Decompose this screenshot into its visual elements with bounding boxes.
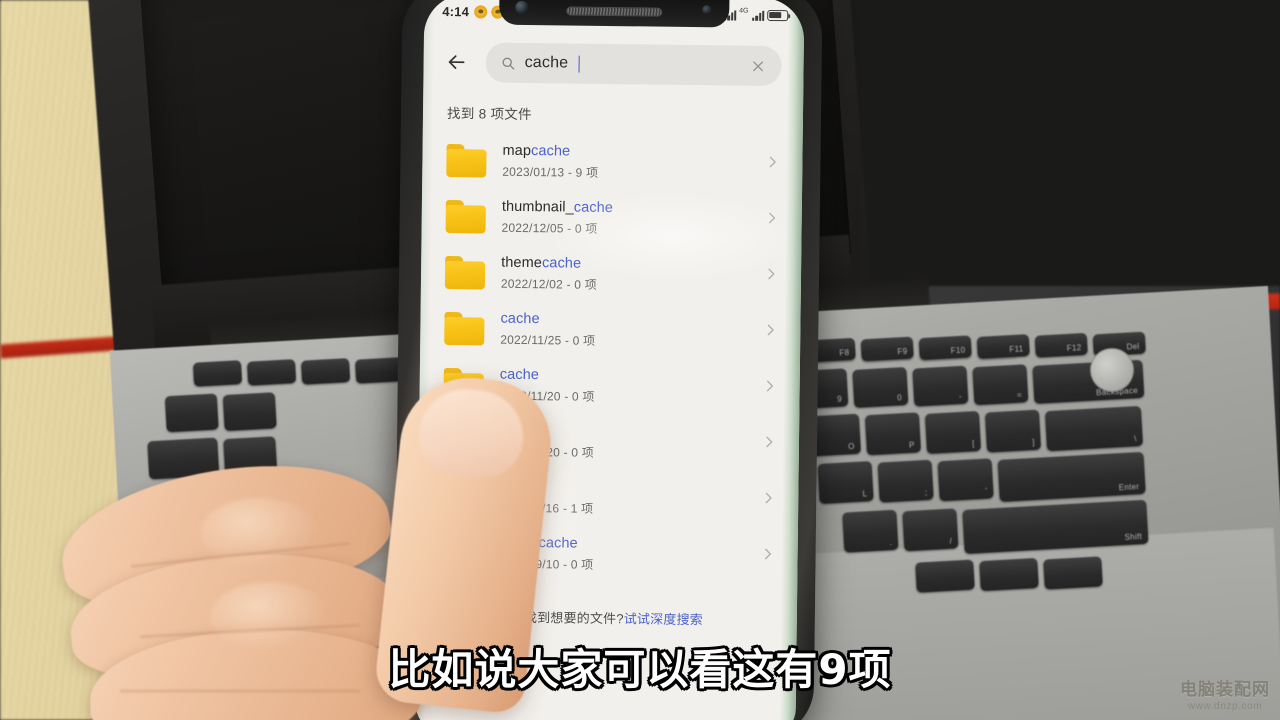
key-label: Shift [1124, 532, 1143, 542]
watermark: 电脑装配网 www.dnzp.com [1180, 675, 1270, 712]
name-match: cache [573, 199, 614, 216]
name-match: cache [500, 310, 540, 328]
list-item-text: thumbnail_cache 2022/12/05 - 0 项 [502, 198, 756, 239]
key-label: . [889, 537, 893, 548]
key-label: Enter [1118, 482, 1140, 493]
list-item-meta: 2022/12/05 - 0 项 [501, 220, 598, 236]
list-item-text: themecache 2022/12/02 - 0 项 [501, 254, 755, 295]
key-label: ' [985, 486, 988, 496]
key-label: / [949, 536, 953, 546]
key-label: L [862, 489, 868, 499]
key-label: Del [1126, 341, 1140, 352]
key-label: O [847, 441, 855, 452]
result-count-label: 找到 8 项文件 [446, 106, 533, 123]
chevron-right-icon [763, 265, 779, 286]
key-label: ; [924, 487, 928, 498]
search-icon [502, 57, 515, 70]
phone-notch [499, 0, 730, 28]
video-subtitle: 比如说大家可以看这有9项 [388, 645, 892, 694]
search-bar-row: cache [423, 34, 804, 95]
list-item-name: cache [500, 310, 754, 331]
key-label: F12 [1066, 343, 1082, 353]
key-label: F10 [950, 345, 966, 356]
key-label: F8 [839, 348, 850, 358]
name-match: cache [530, 142, 571, 160]
key-label: F11 [1009, 344, 1024, 355]
thumbnail [415, 384, 528, 482]
key-label: 9 [836, 394, 843, 404]
name-match: cache [541, 255, 582, 272]
list-item[interactable]: mapcache 2023/01/13 - 9 项 [422, 132, 803, 193]
list-item[interactable]: themecache 2022/12/02 - 0 项 [421, 244, 802, 305]
key-label: P [908, 440, 915, 450]
key-label: - [958, 391, 963, 402]
watermark-url: www.dnzp.com [1187, 701, 1263, 712]
search-input-value: cache [524, 53, 569, 72]
list-item-name: mapcache [502, 142, 756, 163]
chevron-right-icon [764, 153, 780, 174]
list-item-meta: 2022/12/02 - 0 项 [500, 276, 597, 292]
chevron-right-icon [764, 209, 780, 230]
chevron-right-icon [762, 377, 778, 398]
earpiece-speaker [566, 5, 663, 17]
list-item[interactable]: thumbnail_cache 2022/12/05 - 0 项 [421, 188, 802, 249]
search-input[interactable]: cache [485, 42, 782, 87]
screenshot-scene: F8 F9 F10 F11 F12 Del 9 0 - = Backspace … [0, 0, 1280, 720]
chevron-right-icon [762, 321, 778, 342]
key-label: [ [971, 439, 975, 449]
chevron-right-icon [761, 433, 777, 454]
watermark-title: 电脑装配网 [1180, 680, 1270, 700]
text-caret [578, 55, 581, 73]
key-label: 0 [896, 393, 903, 403]
folder-icon [446, 143, 487, 177]
list-item-name: thumbnail_cache [502, 198, 756, 219]
chevron-right-icon [759, 545, 775, 566]
name-prefix: thumbnail_ [501, 198, 574, 216]
list-item-meta: 2023/01/13 - 9 项 [502, 164, 599, 180]
name-prefix: map [502, 142, 532, 159]
network-type-label-2: 4G [739, 7, 749, 15]
name-prefix: theme [501, 254, 543, 272]
list-item-text: mapcache 2023/01/13 - 9 项 [502, 142, 756, 183]
key-label: F9 [897, 346, 908, 357]
folder-icon [444, 255, 486, 289]
folder-icon [445, 199, 486, 233]
deep-search-link[interactable]: 试试深度搜索 [624, 611, 703, 627]
key-label: \ [1133, 434, 1137, 444]
front-camera-icon [515, 0, 529, 14]
key-label: ] [1031, 437, 1035, 448]
battery-icon [767, 9, 789, 21]
proximity-sensor-icon [702, 5, 712, 15]
list-item-name: themecache [501, 254, 755, 275]
signal-icon-4g-secondary [752, 9, 765, 21]
key-label: = [1016, 390, 1023, 400]
eye-icon [473, 4, 488, 18]
close-icon[interactable] [747, 56, 767, 76]
chevron-right-icon [760, 489, 776, 510]
back-arrow-icon[interactable] [437, 43, 475, 81]
status-bar-time: 4:14 [442, 3, 470, 19]
